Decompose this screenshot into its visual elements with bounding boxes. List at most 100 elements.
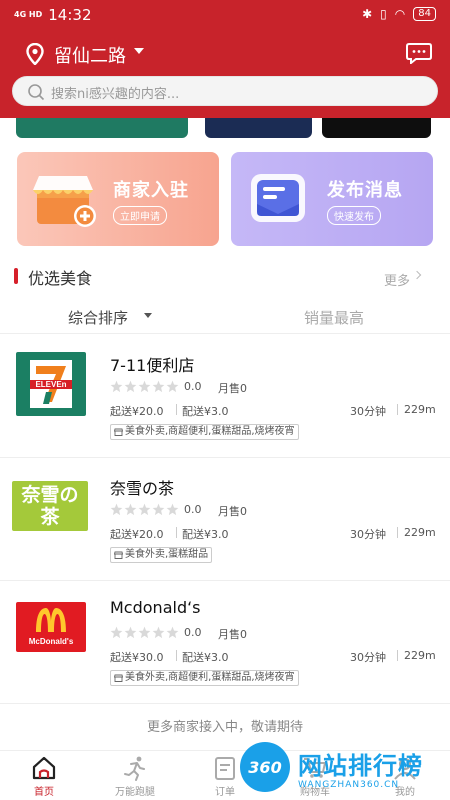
delivery-time: 30分钟 — [350, 528, 386, 541]
status-time: 14:32 — [48, 6, 92, 24]
search-input[interactable]: 搜索ni感兴趣的内容... — [51, 83, 179, 102]
divider — [397, 650, 398, 661]
watermark-logo: 360 — [240, 742, 290, 792]
star-icon — [152, 503, 165, 516]
star-rating — [110, 380, 179, 393]
caret-down-icon[interactable] — [144, 313, 152, 318]
shop-name: 奈雪の茶 — [110, 479, 175, 498]
location-selector[interactable]: 留仙二路 — [54, 42, 126, 68]
category-tags: 美食外卖,蛋糕甜品 — [110, 547, 213, 563]
nav-home[interactable]: 首页 — [9, 755, 79, 798]
tags-text: 美食外卖,蛋糕甜品 — [125, 549, 209, 560]
star-icon — [110, 503, 123, 516]
sort-sales-tab[interactable]: 销量最高 — [304, 307, 364, 328]
divider — [176, 650, 177, 661]
battery-indicator: 84 — [413, 7, 436, 21]
section-title: 优选美食 — [28, 269, 93, 288]
caret-down-icon[interactable] — [134, 48, 144, 54]
shop-plus-icon — [33, 176, 96, 227]
svg-text:ELEVEn: ELEVEn — [35, 380, 66, 389]
star-icon — [124, 503, 137, 516]
shop-name: Mcdonald‘s — [110, 598, 201, 617]
rating-value: 0.0 — [184, 626, 202, 639]
app-header: 4G HD 14:32 ✱ ▯ ◠ 84 留仙二路 搜索ni感兴趣的内容... — [0, 0, 450, 118]
vibrate-icon: ▯ — [380, 7, 387, 21]
seven-eleven-logo: ELEVEn — [16, 352, 86, 416]
distance: 229m — [404, 403, 436, 416]
nav-errand[interactable]: 万能跑腿 — [100, 755, 170, 798]
rating-value: 0.0 — [184, 503, 202, 516]
banner-peek[interactable] — [322, 118, 431, 138]
min-order: 起送¥20.0 — [110, 528, 164, 541]
promo-card-merchant-join[interactable]: 商家入驻 立即申请 — [17, 152, 219, 246]
message-icon[interactable] — [406, 42, 432, 64]
star-icon — [124, 380, 137, 393]
rating-value: 0.0 — [184, 380, 202, 393]
nav-label: 首页 — [34, 787, 54, 798]
quick-publish-button[interactable]: 快速发布 — [327, 206, 381, 225]
naixue-logo: 奈雪の茶 — [12, 481, 88, 531]
home-icon — [32, 756, 56, 780]
delivery-fee: 配送¥3.0 — [182, 651, 229, 664]
logo-text: McDonald's — [29, 637, 74, 646]
more-merchants-note: 更多商家接入中，敬请期待 — [146, 720, 303, 735]
chevron-right-icon[interactable] — [412, 270, 422, 280]
location-pin-icon — [26, 43, 44, 65]
star-icon — [138, 626, 151, 639]
shop-name: 7-11便利店 — [110, 356, 195, 375]
logo-text: 奈雪の茶 — [21, 484, 79, 528]
delivery-time: 30分钟 — [350, 651, 386, 664]
sort-bar: 综合排序 销量最高 — [0, 300, 450, 334]
category-tags: 美食外卖,商超便利,蛋糕甜品,烧烤夜宵 — [110, 424, 299, 440]
shop-list-item[interactable]: McDonald's Mcdonald‘s 0.0 月售0 起送¥30.0 配送… — [0, 582, 450, 704]
shop-list-item[interactable]: ELEVEn 7-11便利店 0.0 月售0 起送¥20.0 配送¥3.0 30… — [0, 336, 450, 458]
delivery-fee: 配送¥3.0 — [182, 405, 229, 418]
bluetooth-icon: ✱ — [362, 7, 373, 21]
watermark-url: WANGZHAN360.CN — [298, 780, 400, 790]
promo-title: 发布消息 — [327, 180, 403, 201]
min-order: 起送¥30.0 — [110, 651, 164, 664]
store-icon — [114, 428, 123, 436]
category-tags: 美食外卖,商超便利,蛋糕甜品,烧烤夜宵 — [110, 670, 299, 686]
store-icon — [114, 674, 123, 682]
monthly-sales: 月售0 — [218, 382, 247, 395]
banner-peek[interactable] — [16, 118, 188, 138]
tags-text: 美食外卖,商超便利,蛋糕甜品,烧烤夜宵 — [125, 426, 295, 437]
mcdonalds-logo: McDonald's — [16, 602, 86, 652]
nav-label: 万能跑腿 — [115, 787, 155, 798]
monthly-sales: 月售0 — [218, 505, 247, 518]
search-bar[interactable]: 搜索ni感兴趣的内容... — [12, 76, 438, 106]
sort-default-tab[interactable]: 综合排序 — [68, 307, 128, 328]
search-icon — [28, 84, 45, 101]
monthly-sales: 月售0 — [218, 628, 247, 641]
divider — [176, 404, 177, 415]
more-link[interactable]: 更多 — [384, 270, 410, 289]
distance: 229m — [404, 526, 436, 539]
divider — [397, 404, 398, 415]
wifi-icon: ◠ — [394, 7, 406, 21]
star-icon — [110, 626, 123, 639]
delivery-time: 30分钟 — [350, 405, 386, 418]
star-icon — [152, 626, 165, 639]
section-accent — [14, 268, 18, 284]
tags-text: 美食外卖,商超便利,蛋糕甜品,烧烤夜宵 — [125, 672, 295, 683]
star-icon — [138, 380, 151, 393]
star-icon — [166, 380, 179, 393]
location-bar: 留仙二路 — [0, 38, 450, 70]
status-bar: 4G HD 14:32 ✱ ▯ ◠ 84 — [0, 0, 450, 30]
star-icon — [166, 503, 179, 516]
distance: 229m — [404, 649, 436, 662]
star-rating — [110, 503, 179, 516]
banner-peek[interactable] — [205, 118, 312, 138]
min-order: 起送¥20.0 — [110, 405, 164, 418]
delivery-fee: 配送¥3.0 — [182, 528, 229, 541]
star-icon — [110, 380, 123, 393]
star-icon — [124, 626, 137, 639]
divider — [176, 527, 177, 538]
apply-now-button[interactable]: 立即申请 — [113, 206, 167, 225]
star-icon — [152, 380, 165, 393]
shop-list-item[interactable]: 奈雪の茶 奈雪の茶 0.0 月售0 起送¥20.0 配送¥3.0 30分钟 22… — [0, 459, 450, 581]
promo-card-publish-message[interactable]: 发布消息 快速发布 — [231, 152, 433, 246]
watermark-text: 网站排行榜 — [298, 752, 423, 780]
network-indicator: 4G HD — [14, 10, 43, 19]
